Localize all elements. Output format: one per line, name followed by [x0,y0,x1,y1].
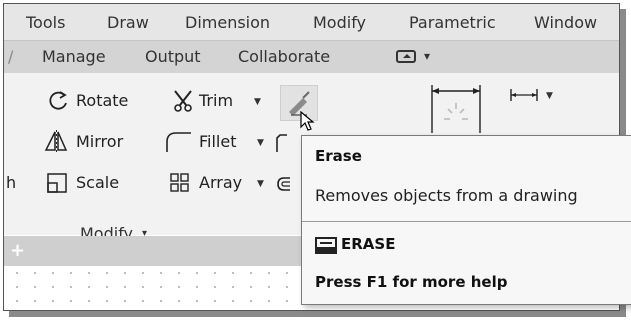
fillet-icon [166,132,191,152]
mirror-button[interactable]: Mirror [76,132,123,151]
menu-bar: Tools Draw Dimension Modify Parametric W… [4,4,619,40]
mouse-cursor-icon [300,111,315,131]
tab-manage[interactable]: Manage [42,47,106,66]
tooltip-divider [302,221,631,222]
fillet-button[interactable]: Fillet [199,132,237,151]
ribbon-tab-bar: / Manage Output Collaborate ▾ [4,40,619,74]
array-dropdown-icon[interactable]: ▼ [257,179,264,189]
mirror-icon [44,130,68,152]
scale-icon [47,173,67,193]
dimension-dropdown-icon[interactable]: ▼ [546,91,553,101]
array-button[interactable]: Array [199,173,242,192]
scale-button[interactable]: Scale [76,173,119,192]
linear-dimension-icon[interactable] [509,87,539,103]
tooltip-description: Removes objects from a drawing [315,186,578,205]
menu-dimension[interactable]: Dimension [185,13,270,32]
tab-fragment: / [8,47,14,66]
menu-draw[interactable]: Draw [107,13,149,32]
menu-parametric[interactable]: Parametric [409,13,496,32]
rotate-icon [49,91,67,110]
rotate-button[interactable]: Rotate [76,91,128,110]
left-fragment-label: h [6,173,17,192]
tooltip-command: ERASE [341,235,396,253]
menu-modify[interactable]: Modify [313,13,366,32]
tooltip-help: Press F1 for more help [315,273,508,291]
chamfer-icon [276,134,287,152]
menu-window[interactable]: Window [534,13,597,32]
erase-tooltip: Erase Removes objects from a drawing ERA… [301,135,631,305]
command-line-icon [315,237,337,254]
workspace-icon[interactable] [396,50,416,63]
trim-dropdown-icon[interactable]: ▼ [254,97,261,107]
tab-collaborate[interactable]: Collaborate [238,47,330,66]
fillet-dropdown-icon[interactable]: ▼ [257,138,264,148]
tooltip-title: Erase [315,147,362,165]
offset-icon [277,177,290,191]
workspace-dropdown-icon[interactable]: ▾ [424,49,430,63]
menu-tools[interactable]: Tools [26,13,65,32]
new-tab-icon[interactable]: + [10,240,25,261]
dimension-icon[interactable] [426,79,486,137]
trim-button[interactable]: Trim [199,91,233,110]
array-icon [170,173,189,192]
tab-output[interactable]: Output [145,47,201,66]
trim-icon [174,90,192,112]
